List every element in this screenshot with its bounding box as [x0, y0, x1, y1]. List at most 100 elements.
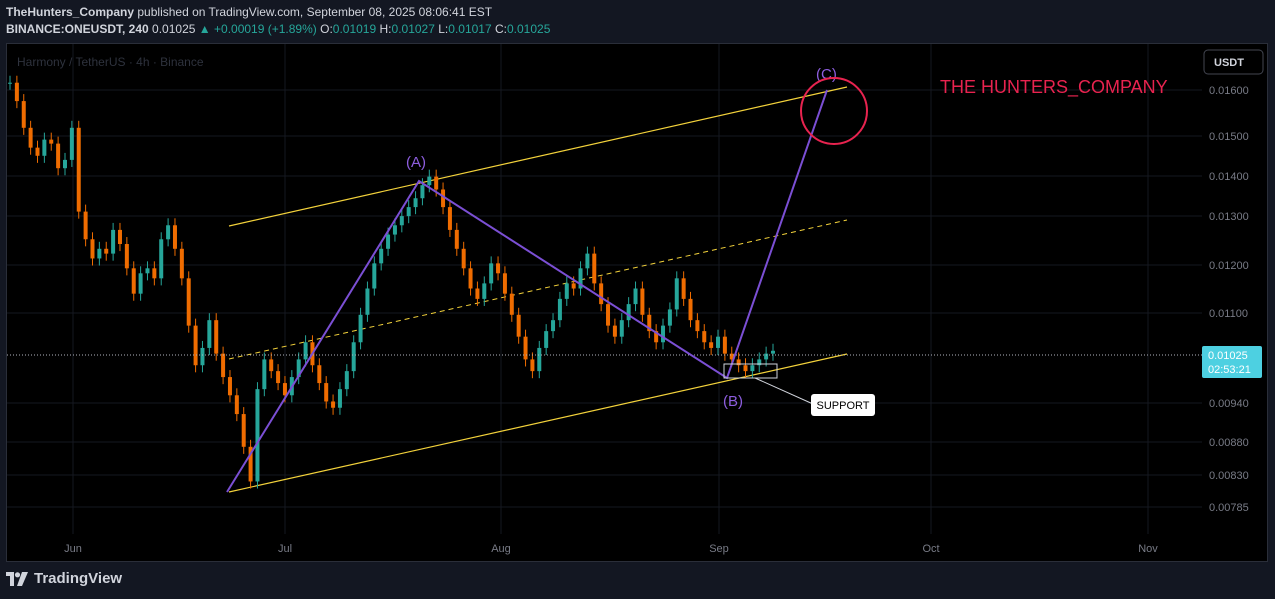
candle-body: [21, 101, 26, 128]
candle-body: [468, 268, 473, 289]
wave-path[interactable]: [226, 89, 828, 493]
candle-body: [702, 331, 707, 343]
candle-body: [482, 283, 487, 299]
candle-body: [681, 278, 686, 299]
open-value: 0.01019: [332, 22, 377, 36]
target-circle[interactable]: [800, 77, 868, 145]
candle-body: [269, 359, 274, 372]
candle-body: [145, 268, 150, 274]
y-tick-label: 0.01300: [1209, 211, 1249, 223]
candle-body: [633, 288, 638, 305]
candle-body: [743, 365, 748, 372]
candle-body: [69, 127, 74, 160]
price-tag-value: 0.01025: [1208, 350, 1248, 362]
candle-body: [344, 371, 349, 390]
x-tick-label: Aug: [491, 543, 511, 555]
currency-label: USDT: [1214, 57, 1244, 69]
candle-body: [111, 229, 116, 254]
price-axis[interactable]: 0.01600 0.01500 0.01400 0.01300 0.01200 0.011…: [1209, 85, 1249, 514]
candle-body: [35, 147, 40, 156]
x-tick-label: Oct: [922, 543, 939, 555]
candle-body: [413, 198, 418, 208]
candle-body: [386, 234, 391, 249]
candle-body: [262, 359, 267, 390]
price-tag-countdown: 02:53:21: [1208, 364, 1251, 376]
candle-body: [427, 176, 432, 186]
candle-body: [523, 336, 528, 360]
tradingview-logo[interactable]: TradingView: [6, 570, 122, 587]
candle-body: [420, 185, 425, 199]
candle-body: [509, 293, 514, 315]
candle-body: [97, 248, 102, 259]
candle-body: [179, 248, 184, 279]
time-axis[interactable]: Jun Jul Aug Sep Oct Nov: [64, 543, 1158, 555]
candle-body: [200, 347, 205, 366]
candle-body: [193, 325, 198, 366]
symbol-name: BINANCE:ONEUSDT, 240: [6, 22, 149, 36]
y-tick-label: 0.00880: [1209, 437, 1249, 449]
candle-body: [62, 159, 67, 169]
candle-body: [722, 336, 727, 354]
price-change: +0.00019 (+1.89%): [214, 22, 317, 36]
candle-body: [76, 127, 81, 212]
channel-upper-line[interactable]: [228, 86, 848, 227]
low-value: 0.01017: [448, 22, 492, 36]
candle-body: [138, 273, 143, 294]
up-arrow-icon: ▲: [198, 22, 211, 36]
candle-body: [303, 342, 308, 360]
grid: [7, 44, 1202, 534]
candle-body: [771, 350, 775, 354]
y-tick-label: 0.01500: [1209, 131, 1249, 143]
candle-body: [454, 229, 459, 249]
candle-body: [255, 389, 260, 482]
wave-label-a: (A): [406, 154, 426, 171]
candle-body: [104, 248, 109, 254]
x-tick-label: Sep: [709, 543, 729, 555]
channel-lower-line[interactable]: [228, 353, 848, 493]
brand-text: THE HUNTERS_COMPANY: [940, 77, 1168, 98]
candle-body: [606, 304, 611, 326]
candle-body: [399, 216, 404, 226]
candle-body: [83, 211, 88, 240]
brand-name: TradingView: [34, 570, 123, 587]
price-channel[interactable]: [228, 86, 848, 493]
candle-body: [544, 331, 549, 348]
candle-body: [214, 320, 219, 354]
chart-canvas[interactable]: Harmony / TetherUS · 4h · Binance (A) (B…: [7, 44, 1267, 561]
candle-body: [434, 176, 439, 190]
candle-body: [489, 263, 494, 284]
candle-body: [661, 325, 666, 343]
author-name[interactable]: TheHunters_Company: [6, 5, 134, 19]
candle-body: [337, 389, 342, 408]
candle-body: [8, 82, 12, 84]
y-tick-label: 0.01200: [1209, 260, 1249, 272]
close-value: 0.01025: [507, 22, 551, 36]
candle-body: [571, 283, 576, 289]
candle-body: [351, 342, 356, 372]
symbol-legend: BINANCE:ONEUSDT, 240 0.01025 ▲ +0.00019 …: [6, 22, 551, 36]
candle-body: [695, 320, 700, 332]
candle-body: [221, 353, 226, 378]
candle-body: [172, 225, 177, 249]
candle-body: [599, 283, 604, 305]
watermark: Harmony / TetherUS · 4h · Binance: [17, 55, 204, 69]
y-tick-label: 0.01100: [1209, 308, 1248, 320]
candle-body: [530, 359, 535, 372]
candle-body: [186, 278, 191, 326]
candle-body: [358, 314, 363, 343]
candle-body: [152, 268, 157, 279]
candle-body: [709, 342, 714, 348]
y-tick-label: 0.00830: [1209, 470, 1249, 482]
candle-body: [124, 244, 129, 269]
y-tick-label: 0.00785: [1209, 502, 1249, 514]
x-tick-label: Nov: [1138, 543, 1158, 555]
chart-frame[interactable]: Harmony / TetherUS · 4h · Binance (A) (B…: [6, 43, 1268, 562]
wave-label-b: (B): [723, 393, 743, 410]
candle-body: [372, 263, 377, 289]
x-tick-label: Jul: [278, 543, 292, 555]
high-value: 0.01027: [391, 22, 435, 36]
candle-body: [14, 82, 19, 102]
published-text: published on TradingView.com, September …: [137, 5, 493, 19]
candle-body: [496, 263, 501, 274]
x-tick-label: Jun: [64, 543, 82, 555]
